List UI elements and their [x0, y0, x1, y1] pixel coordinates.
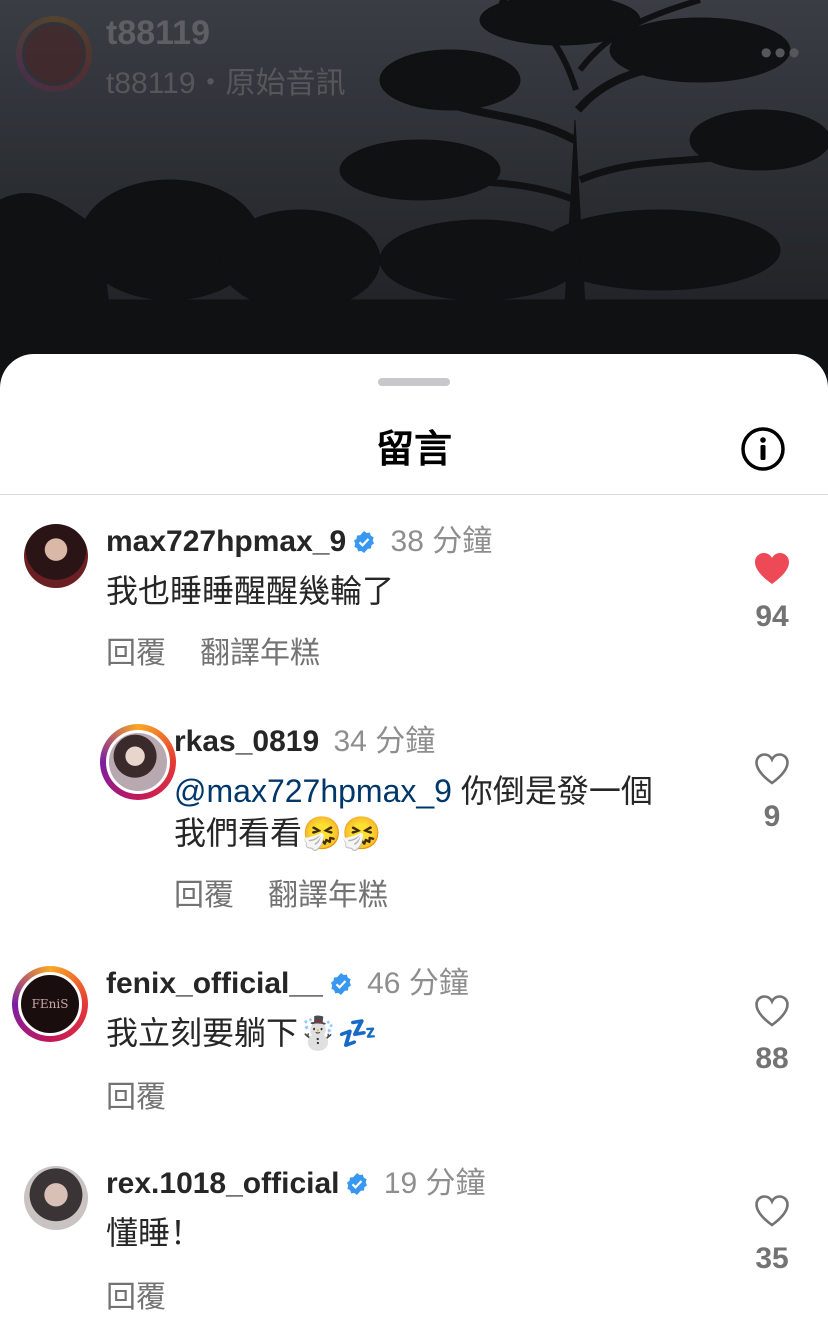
comment-username[interactable]: rkas_0819	[174, 725, 319, 758]
more-icon[interactable]: •••	[760, 36, 802, 70]
translate-button[interactable]: 翻譯年糕	[268, 879, 388, 912]
heart-outline-icon[interactable]	[754, 1194, 790, 1228]
verified-icon	[347, 1173, 368, 1195]
comment-time: 19 分鐘	[383, 1167, 486, 1200]
info-icon[interactable]	[740, 426, 786, 472]
comment-text-line1: 你倒是發一個	[451, 773, 653, 809]
comment-time: 46 分鐘	[367, 967, 469, 1000]
heart-outline-icon[interactable]	[754, 752, 790, 786]
reply-button[interactable]: 回覆	[106, 637, 166, 670]
comment-text: @max727hpmax_9 你倒是發一個 我們看看🤧🤧	[174, 770, 734, 854]
like-count: 94	[755, 600, 789, 633]
verified-icon	[354, 531, 375, 553]
mention-link[interactable]: @max727hpmax_9	[174, 773, 452, 809]
comment-username[interactable]: rex.1018_official	[106, 1167, 339, 1200]
avatar[interactable]	[100, 724, 176, 800]
like-count: 35	[755, 1242, 789, 1275]
comment-text-line2: 我們看看🤧🤧	[174, 815, 382, 851]
verified-icon	[330, 973, 351, 995]
divider	[0, 494, 828, 495]
like-count: 9	[763, 800, 781, 833]
comment-username[interactable]: fenix_official__	[106, 967, 323, 1000]
avatar[interactable]: FEniS	[12, 966, 88, 1042]
drag-handle[interactable]	[378, 378, 450, 386]
heart-icon[interactable]	[754, 552, 790, 586]
author-username[interactable]: t88119	[106, 14, 210, 53]
avatar[interactable]	[24, 524, 88, 588]
reel-header: t88119 t88119・原始音訊 •••	[0, 0, 828, 100]
comment-username[interactable]: max727hpmax_9	[106, 525, 346, 558]
comments-sheet: 留言 max727hpmax_9 38 分鐘 我也睡睡醒醒幾輪了 回覆 翻譯年糕 …	[0, 354, 828, 1320]
comment-time: 34 分鐘	[333, 725, 436, 758]
comment-text: 我也睡睡醒醒幾輪了	[106, 573, 395, 609]
audio-label[interactable]: t88119・原始音訊	[106, 58, 346, 102]
author-avatar[interactable]	[16, 16, 92, 92]
reply-button[interactable]: 回覆	[174, 879, 234, 912]
sheet-title: 留言	[375, 429, 452, 471]
translate-button[interactable]: 翻譯年糕	[200, 637, 320, 670]
reply-button[interactable]: 回覆	[106, 1081, 166, 1114]
reply-button[interactable]: 回覆	[106, 1281, 166, 1314]
heart-outline-icon[interactable]	[754, 994, 790, 1028]
comment-time: 38 分鐘	[390, 525, 493, 558]
comment-text: 我立刻要躺下☃️💤	[106, 1015, 378, 1051]
avatar[interactable]	[24, 1166, 88, 1230]
like-count: 88	[755, 1042, 789, 1075]
comment-text: 懂睡！	[106, 1215, 203, 1251]
